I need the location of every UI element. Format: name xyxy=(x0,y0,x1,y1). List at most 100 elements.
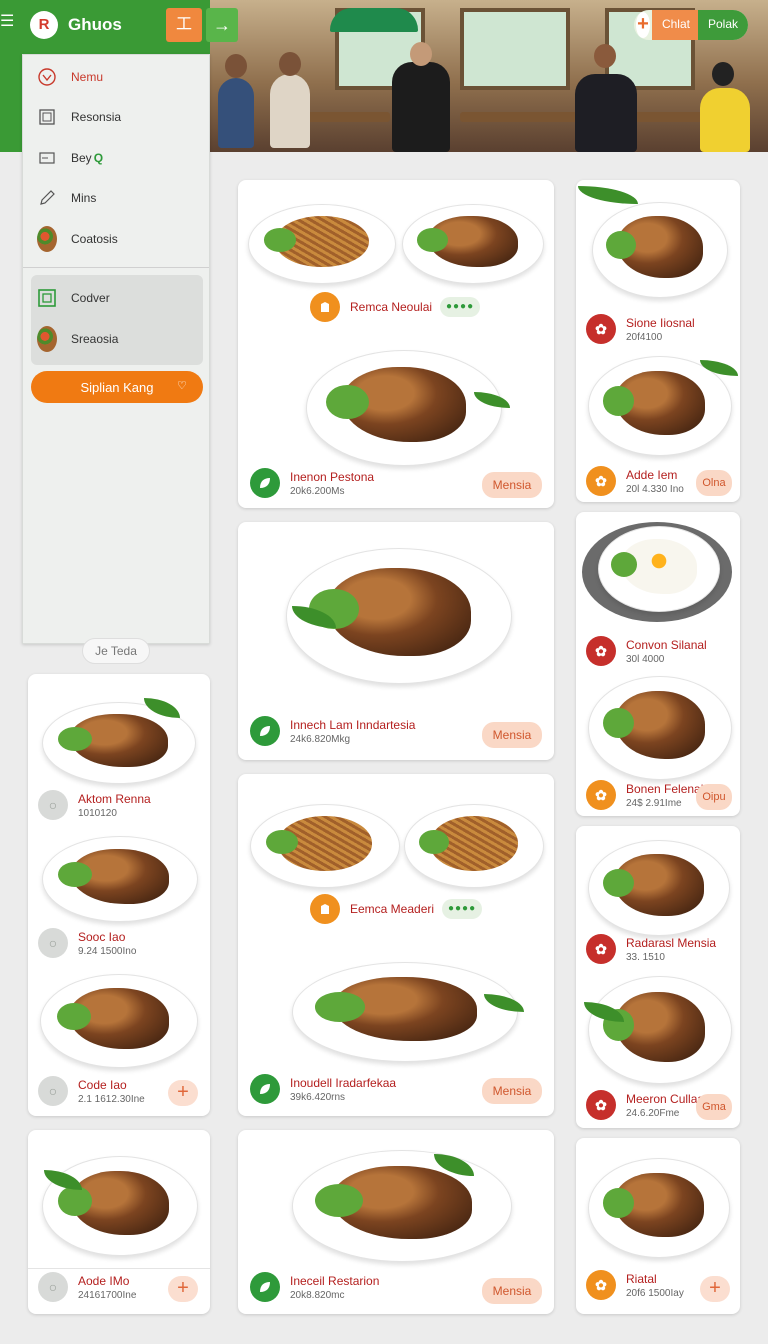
plus-icon: + xyxy=(636,12,650,38)
sidebar-cta-button[interactable]: Siplian Kang ♡ xyxy=(31,371,203,403)
sidebar-item-sreaosia[interactable]: Sreaosia xyxy=(23,319,209,359)
tag-pill[interactable]: Je Teda xyxy=(82,638,150,664)
dish-image xyxy=(598,526,720,612)
dish-price: 1010120 xyxy=(78,807,117,819)
dish-name: Sooc Iao xyxy=(78,929,126,944)
dish-meta: ✿ Meeron Cullaai 24.6.20Fme xyxy=(586,1090,707,1120)
hero-diner xyxy=(218,78,254,148)
dish-image xyxy=(250,804,400,888)
placeholder-icon: ○ xyxy=(38,790,68,820)
sidebar-item-label: Sreaosia xyxy=(71,332,119,346)
dish-card[interactable]: ✿ Riatal 20f6 1500Iay + xyxy=(576,1138,740,1314)
leaf-badge-icon xyxy=(250,468,280,498)
flower-icon: ✿ xyxy=(586,1270,616,1300)
dish-name: Meeron Cullaai xyxy=(626,1091,707,1106)
green-square-icon xyxy=(37,288,57,308)
dish-image xyxy=(592,202,728,298)
brand-logo-icon: R xyxy=(30,11,58,39)
menu-button[interactable]: Oipu xyxy=(696,784,732,810)
placeholder-icon: ○ xyxy=(38,1076,68,1106)
hero-diner-head xyxy=(712,62,734,86)
dish-name: Radarasl Mensia xyxy=(626,935,717,950)
dish-image xyxy=(42,836,198,922)
placeholder-icon: ○ xyxy=(38,928,68,958)
sidebar-item-resonsia[interactable]: Resonsia xyxy=(23,97,209,137)
dish-card[interactable]: ✿ Convon Silanal 30l 4000 ✿ Bonen Felena… xyxy=(576,512,740,816)
flower-icon: ✿ xyxy=(586,314,616,344)
hero-diner xyxy=(700,88,750,152)
menu-button[interactable]: Olna xyxy=(696,470,732,496)
dish-image xyxy=(588,1158,730,1258)
dish-price: 24161700Ine xyxy=(78,1289,137,1301)
chef-hat-icon xyxy=(310,292,340,322)
card-icon xyxy=(37,148,57,168)
dish-image xyxy=(306,350,502,466)
sidebar-item-label: Codver xyxy=(71,291,110,305)
menu-button[interactable]: Mensia xyxy=(482,1078,542,1104)
flower-icon: ✿ xyxy=(586,780,616,810)
dish-name: Inoudell Iradarfekaa xyxy=(290,1075,397,1090)
hero-diner xyxy=(270,74,310,148)
header-orange-button[interactable]: 工 xyxy=(166,8,202,42)
dish-card[interactable]: ○ Aode IMo 24161700Ine + xyxy=(28,1130,210,1314)
sidebar-item-nemu[interactable]: Nemu xyxy=(23,57,209,97)
dish-card[interactable]: ○ Aktom Renna 1010120 ○ Sooc Iao 9.24 15… xyxy=(28,674,210,1116)
hero-secondary-label: Polak xyxy=(697,10,748,40)
hero-window xyxy=(460,8,570,90)
dish-image xyxy=(292,962,518,1062)
sidebar-item-mins[interactable]: Mins xyxy=(23,178,209,218)
add-button[interactable]: + xyxy=(168,1080,198,1106)
square-icon xyxy=(37,107,57,127)
brand-name: Ghuos xyxy=(68,15,122,34)
chef-hat-icon xyxy=(310,894,340,924)
dish-meta: ✿ Bonen Felenal 24$ 2.91Ime xyxy=(586,780,703,810)
dish-name: Adde Iem xyxy=(626,467,678,482)
dish-image xyxy=(404,804,544,888)
dish-price: 20l 4.330 Ino xyxy=(626,483,684,495)
sidebar-divider xyxy=(23,267,209,268)
sidebar-item-bey[interactable]: Bey Q xyxy=(23,138,209,178)
dish-image xyxy=(588,976,732,1084)
dish-image xyxy=(42,1156,198,1256)
menu-button[interactable]: Mensia xyxy=(482,722,542,748)
flower-icon: ✿ xyxy=(586,1090,616,1120)
add-button[interactable]: + xyxy=(700,1276,730,1302)
dish-card[interactable]: Eemca Meaderi ●●●● Inoudell Iradarfekaa … xyxy=(238,774,554,1116)
hero-chat-button[interactable]: + Chlat Polak xyxy=(634,10,748,40)
dish-image xyxy=(588,840,730,936)
dish-price: 30l 4000 xyxy=(626,653,665,665)
header-arrow-button[interactable]: → xyxy=(206,8,238,42)
dish-price: 20k6.200Ms xyxy=(290,485,345,497)
dish-card[interactable]: Innech Lam Inndartesia 24k6.820Mkg Mensi… xyxy=(238,522,554,760)
dish-meta: ✿ Radarasl Mensia 33. 1510 xyxy=(586,934,716,964)
menu-button[interactable]: Gma xyxy=(696,1094,732,1120)
dish-header: Remca Neoulai ●●●● xyxy=(310,292,481,322)
hero-umbrella xyxy=(330,8,418,32)
leaf-badge-icon xyxy=(250,1272,280,1302)
dish-meta: ✿ Riatal 20f6 1500Iay xyxy=(586,1270,684,1300)
dish-card[interactable]: Ineceil Restarion 20k8.820mc Mensia xyxy=(238,1130,554,1314)
leaf-badge-icon xyxy=(250,1074,280,1104)
sidebar-group: Codver Sreaosia xyxy=(31,275,203,365)
dish-price: 33. 1510 xyxy=(626,951,665,963)
rating-dots: ●●●● xyxy=(440,297,481,317)
dish-card[interactable]: ✿ Sione Iiosnal 20f4100 ✿ Adde Iem 20l 4… xyxy=(576,180,740,502)
sidebar-item-codver[interactable]: Codver xyxy=(23,278,209,318)
dish-image xyxy=(402,204,544,284)
food-thumbnail xyxy=(37,226,57,252)
dish-card[interactable]: ✿ Radarasl Mensia 33. 1510 ✿ Meeron Cull… xyxy=(576,826,740,1128)
sidebar-item-label: Bey xyxy=(71,151,92,165)
hamburger-menu-icon[interactable]: ☰ xyxy=(0,14,14,30)
food-thumbnail xyxy=(37,326,57,352)
dish-name: Riatal xyxy=(626,1271,657,1286)
dish-name: Bonen Felenal xyxy=(626,781,704,796)
hero-diner xyxy=(575,74,637,152)
menu-button[interactable]: Mensia xyxy=(482,472,542,498)
menu-button[interactable]: Mensia xyxy=(482,1278,542,1304)
flower-icon: ✿ xyxy=(586,466,616,496)
add-button[interactable]: + xyxy=(168,1276,198,1302)
dish-meta: Ineceil Restarion 20k8.820mc xyxy=(250,1272,379,1302)
dish-card[interactable]: Remca Neoulai ●●●● Inenon Pestona 20k6.2… xyxy=(238,180,554,508)
sidebar-item-coatosis[interactable]: Coatosis xyxy=(23,219,209,259)
search-icon: Q xyxy=(93,151,104,165)
